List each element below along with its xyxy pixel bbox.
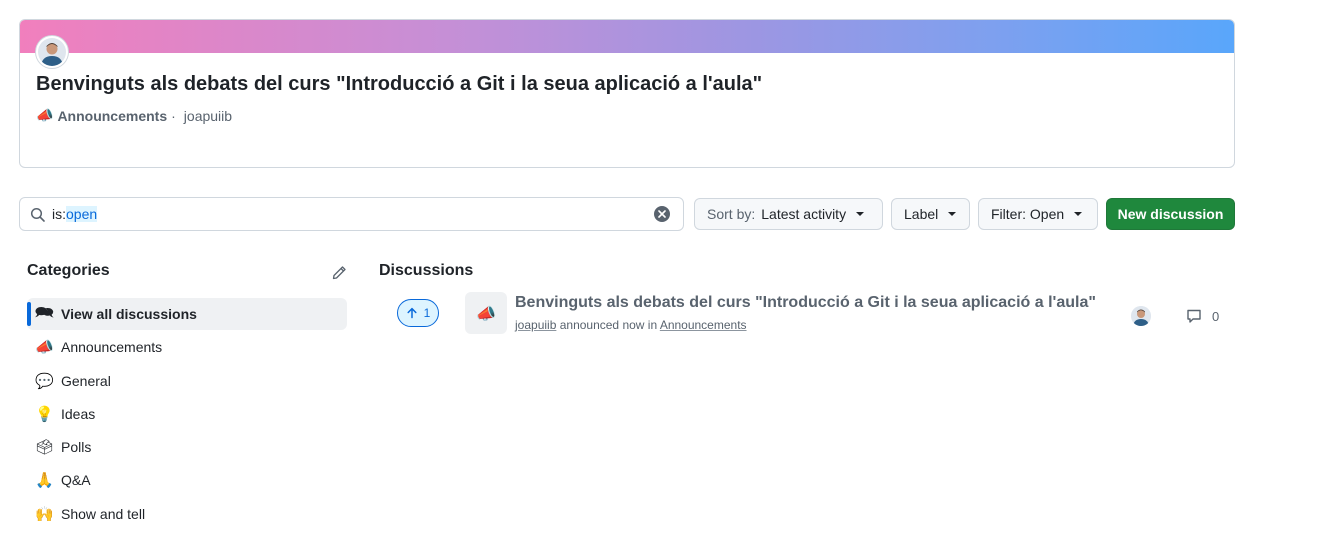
- query-qualifier: is:: [52, 206, 66, 222]
- comment-icon: [1187, 309, 1201, 323]
- sort-prefix: Sort by:: [707, 206, 756, 222]
- sidebar-item-ideas[interactable]: 💡 Ideas: [27, 398, 347, 430]
- upvote-count: 1: [423, 306, 431, 320]
- meta-separator: ·: [171, 108, 176, 124]
- sidebar-item-view-all[interactable]: 🗪 View all discussions: [27, 298, 347, 330]
- pray-icon: 🙏: [35, 471, 54, 490]
- discussion-author[interactable]: joapuiib: [515, 318, 556, 332]
- category-list: 🗪 View all discussions 📣 Announcements 💬…: [27, 298, 347, 531]
- pencil-icon[interactable]: [331, 265, 347, 281]
- ballot-box-icon: 🗳: [35, 438, 55, 457]
- sidebar-item-label: General: [61, 372, 111, 389]
- sort-value: Latest activity: [761, 206, 847, 222]
- sidebar-item-label: Show and tell: [61, 505, 146, 522]
- author-avatar[interactable]: [36, 36, 68, 68]
- discussion-action: announced now in: [559, 318, 658, 332]
- search-icon: [30, 207, 45, 222]
- sidebar-item-qa[interactable]: 🙏 Q&A: [27, 464, 347, 496]
- participant-avatar[interactable]: [1131, 306, 1151, 326]
- comment-count-value: 0: [1212, 308, 1220, 324]
- sidebar-item-label: Polls: [61, 439, 92, 456]
- search-input[interactable]: is:open: [19, 197, 684, 231]
- filter-button-text: Filter: Open: [991, 206, 1065, 222]
- sidebar-item-label: Ideas: [61, 405, 96, 422]
- label-button[interactable]: Label: [891, 198, 970, 230]
- speech-balloon-icon: 💬: [35, 371, 54, 390]
- chevron-down-icon: [856, 212, 865, 216]
- sidebar-item-label: Announcements: [61, 339, 163, 356]
- new-discussion-button[interactable]: New discussion: [1106, 198, 1235, 230]
- comment-count[interactable]: 0: [1186, 308, 1219, 324]
- megaphone-icon: 📣: [465, 292, 507, 334]
- chevron-down-icon: [948, 212, 957, 216]
- filter-button[interactable]: Filter: Open: [978, 198, 1098, 230]
- megaphone-icon: 📣: [35, 338, 54, 357]
- sidebar-item-polls[interactable]: 🗳 Polls: [27, 431, 347, 463]
- light-bulb-icon: 💡: [35, 404, 54, 423]
- featured-author[interactable]: joapuiib: [184, 108, 232, 124]
- sidebar-item-show-and-tell[interactable]: 🙌 Show and tell: [27, 498, 347, 530]
- raised-hands-icon: 🙌: [35, 504, 54, 523]
- sidebar-item-label: View all discussions: [61, 306, 197, 322]
- discussion-category-link[interactable]: Announcements: [660, 318, 747, 332]
- sidebar-item-announcements[interactable]: 📣 Announcements: [27, 331, 347, 363]
- sidebar-item-label: Q&A: [61, 472, 91, 489]
- featured-discussion-card[interactable]: Benvinguts als debats del curs "Introduc…: [19, 19, 1235, 168]
- megaphone-icon: 📣: [36, 108, 54, 124]
- chevron-down-icon: [1074, 212, 1083, 216]
- arrow-up-icon: [407, 307, 417, 319]
- discussion-meta: joapuiib announced now in Announcements: [515, 318, 747, 332]
- x-circle-icon[interactable]: [654, 206, 670, 222]
- comment-discussion-icon: 🗪: [35, 302, 54, 321]
- label-button-text: Label: [904, 206, 939, 222]
- query-value: open: [66, 206, 98, 222]
- upvote-button[interactable]: 1: [397, 299, 439, 327]
- card-banner: [20, 20, 1234, 53]
- featured-category[interactable]: Announcements: [57, 108, 167, 124]
- featured-meta: 📣 Announcements · joapuiib: [36, 108, 232, 124]
- search-query[interactable]: is:open: [52, 206, 98, 222]
- sidebar-item-general[interactable]: 💬 General: [27, 365, 347, 397]
- discussion-title[interactable]: Benvinguts als debats del curs "Introduc…: [515, 294, 1096, 312]
- discussions-heading: Discussions: [379, 262, 474, 279]
- sort-button[interactable]: Sort by: Latest activity: [694, 198, 883, 230]
- categories-heading: Categories: [27, 262, 110, 279]
- featured-title[interactable]: Benvinguts als debats del curs "Introduc…: [36, 73, 762, 96]
